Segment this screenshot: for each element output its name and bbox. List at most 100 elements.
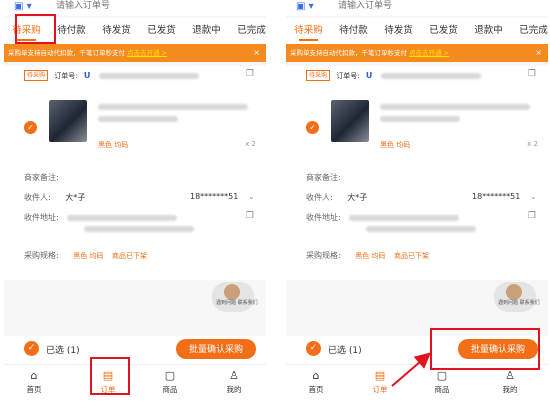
tab-shipped[interactable]: 已发货 — [421, 18, 466, 44]
search-input[interactable] — [56, 0, 236, 10]
product-spec: 黑色 均码 — [380, 141, 411, 149]
product-quantity: x 2 — [527, 140, 538, 148]
product-spec: 黑色 均码 — [98, 141, 129, 149]
status-tag: 待采购 — [24, 70, 49, 81]
highlight-box-nav — [90, 357, 130, 395]
tab-refunding[interactable]: 退款中 — [184, 18, 229, 44]
address-label: 收件地址: — [24, 213, 59, 222]
order-card: 待采购 订单号: U ❐ ✓ 黑色 均码 x 2 商家备注: 收件人: 大*子 … — [286, 66, 548, 280]
status-tag: 待采购 — [306, 70, 331, 81]
copy-address-icon[interactable]: ❐ — [528, 211, 536, 221]
copy-icon[interactable]: ❐ — [246, 69, 254, 79]
tab-pending-shipment[interactable]: 待发货 — [376, 18, 421, 44]
nav-item-orders[interactable]: ▤ 订单 — [360, 369, 400, 395]
nav-item-profile[interactable]: ♙ 我的 — [214, 369, 254, 395]
copy-address-icon[interactable]: ❐ — [246, 211, 254, 221]
tab-completed[interactable]: 已完成 — [229, 18, 266, 44]
purchase-spec: 黑色 均码 — [73, 252, 104, 260]
auto-pay-banner: 采购单支持自动代扣款，千笔订单秒支付 点击去开通 > × — [286, 44, 548, 62]
customer-service-label: 遇到问题 联系我们 — [498, 300, 540, 306]
dropdown-icon[interactable]: ▣ ▾ — [14, 1, 32, 12]
goods-icon: ▢ — [436, 369, 448, 382]
auto-pay-banner: 采购单支持自动代扣款，千笔订单秒支付 点击去开通 > × — [4, 44, 266, 62]
nav-item-goods[interactable]: ▢ 商品 — [422, 369, 462, 395]
redacted-address — [349, 214, 460, 221]
select-all-checkbox[interactable]: ✓ — [24, 341, 39, 356]
redacted-address — [67, 214, 178, 221]
profile-icon: ♙ — [505, 369, 515, 382]
bottom-nav: ⌂ 首页 ▤ 订单 ▢ 商品 ♙ 我的 — [4, 364, 266, 408]
highlight-box-confirm — [430, 328, 540, 370]
product-title — [380, 104, 530, 122]
redacted-order-number — [380, 72, 481, 79]
customer-service-button[interactable]: 遇到问题 联系我们 — [494, 282, 540, 312]
order-number-label: 订单号: — [54, 71, 78, 80]
tab-pending-payment[interactable]: 待付款 — [331, 18, 376, 44]
item-checkbox[interactable]: ✓ — [24, 121, 37, 134]
recipient-label: 收件人: — [306, 193, 333, 202]
address-row: 收件地址: — [306, 212, 460, 223]
dropdown-icon[interactable]: ▣ ▾ — [296, 1, 314, 12]
selected-count: 已选 (1) — [328, 346, 362, 356]
recipient-row: 收件人: 大*子 18*******51 ⌄ — [24, 192, 255, 203]
order-number-label: 订单号: — [336, 71, 360, 80]
status-tabs: 待采购 待付款 待发货 已发货 退款中 已完成 — [286, 18, 548, 44]
nav-label-goods: 商品 — [434, 385, 450, 394]
nav-label-goods: 商品 — [162, 385, 178, 394]
close-icon[interactable]: × — [535, 44, 542, 62]
customer-service-button[interactable]: 遇到问题 联系我们 — [212, 282, 258, 312]
banner-link[interactable]: 点击去开通 > — [409, 49, 449, 57]
address-line-2 — [366, 224, 476, 233]
remark-label: 商家备注: — [306, 173, 341, 182]
goods-icon: ▢ — [164, 369, 176, 382]
product-image[interactable] — [49, 100, 87, 142]
screen-right: ▣ ▾ 待采购 待付款 待发货 已发货 退款中 已完成 采购单支持自动代扣款，千… — [286, 0, 548, 408]
merchant-remark-row: 商家备注: — [24, 172, 59, 183]
chevron-down-icon[interactable]: ⌄ — [530, 192, 537, 201]
product-quantity: x 2 — [245, 140, 256, 148]
product-title — [98, 104, 248, 122]
recipient-row: 收件人: 大*子 18*******51 ⌄ — [306, 192, 537, 203]
nav-item-home[interactable]: ⌂ 首页 — [14, 369, 54, 395]
nav-label-profile: 我的 — [226, 385, 242, 394]
tab-completed[interactable]: 已完成 — [511, 18, 548, 44]
remark-label: 商家备注: — [24, 173, 59, 182]
tab-refunding[interactable]: 退款中 — [466, 18, 511, 44]
recipient-label: 收件人: — [24, 193, 51, 202]
item-checkbox[interactable]: ✓ — [306, 121, 319, 134]
address-line-2 — [84, 224, 194, 233]
highlight-box-tab — [15, 14, 56, 44]
batch-confirm-button[interactable]: 批量确认采购 — [176, 339, 256, 359]
recipient-phone: 18*******51 — [472, 192, 521, 201]
nav-item-home[interactable]: ⌂ 首页 — [296, 369, 336, 395]
home-icon: ⌂ — [30, 369, 38, 382]
purchase-spec-label: 采购规格: — [306, 251, 341, 260]
tab-pending-shipment[interactable]: 待发货 — [94, 18, 139, 44]
order-card: 待采购 订单号: U ❐ ✓ 黑色 均码 x 2 商家备注: 收件人: 大*子 … — [4, 66, 266, 280]
nav-label-home: 首页 — [308, 385, 324, 394]
nav-label-home: 首页 — [26, 385, 42, 394]
close-icon[interactable]: × — [253, 44, 260, 62]
recipient-phone: 18*******51 — [190, 192, 239, 201]
delisted-status: 商品已下架 — [394, 252, 430, 260]
banner-text: 采购单支持自动代扣款，千笔订单秒支付 — [8, 49, 125, 57]
banner-text: 采购单支持自动代扣款，千笔订单秒支付 — [290, 49, 407, 57]
home-icon: ⌂ — [312, 369, 320, 382]
redacted-order-number — [98, 72, 199, 79]
tab-pending-purchase[interactable]: 待采购 — [286, 18, 331, 44]
order-icon: ▤ — [374, 369, 386, 382]
banner-link[interactable]: 点击去开通 > — [127, 49, 167, 57]
select-all-checkbox[interactable]: ✓ — [306, 341, 321, 356]
merchant-remark-row: 商家备注: — [306, 172, 341, 183]
order-header: 待采购 订单号: U — [306, 70, 481, 81]
purchase-spec-label: 采购规格: — [24, 251, 59, 260]
product-image[interactable] — [331, 100, 369, 142]
nav-item-profile[interactable]: ♙ 我的 — [490, 369, 530, 395]
tab-shipped[interactable]: 已发货 — [139, 18, 184, 44]
nav-item-goods[interactable]: ▢ 商品 — [150, 369, 190, 395]
chevron-down-icon[interactable]: ⌄ — [248, 192, 255, 201]
search-input[interactable] — [338, 0, 518, 10]
screen-left: ▣ ▾ 待采购 待付款 待发货 已发货 退款中 已完成 采购单支持自动代扣款，千… — [4, 0, 266, 408]
copy-icon[interactable]: ❐ — [528, 69, 536, 79]
nav-label-profile: 我的 — [502, 385, 518, 394]
